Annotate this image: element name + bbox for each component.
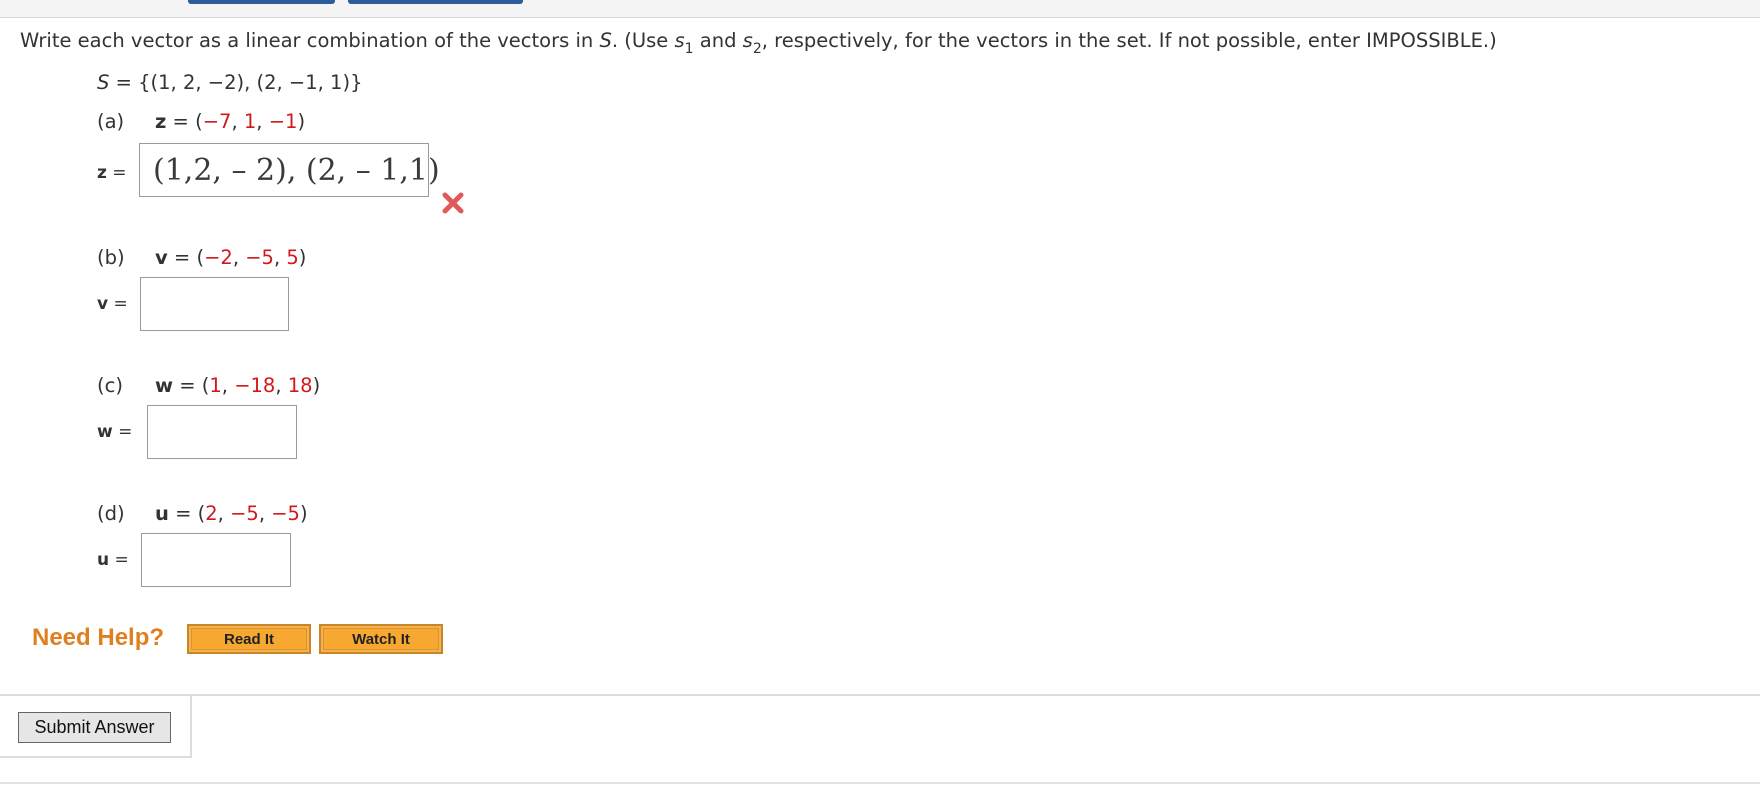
need-help-label: Need Help? <box>32 624 165 651</box>
part-b-statement: (b) v = (−2, −5, 5) <box>97 246 307 269</box>
top-strip <box>0 0 1760 18</box>
answer-input-v[interactable] <box>140 277 289 331</box>
answer-input-w[interactable] <box>147 405 297 459</box>
part-a-statement: (a) z = (−7, 1, −1) <box>97 110 306 133</box>
answer-label-w: w = <box>97 422 133 442</box>
question-instructions: Write each vector as a linear combinatio… <box>20 29 1497 57</box>
submit-answer-button[interactable]: Submit Answer <box>18 712 171 743</box>
part-letter: (c) <box>97 374 123 397</box>
answer-label-z: z = <box>97 163 127 183</box>
answer-input-u[interactable] <box>141 533 291 587</box>
watch-it-button[interactable]: Watch It <box>319 624 443 654</box>
part-d-statement: (d) u = (2, −5, −5) <box>97 502 308 525</box>
part-letter: (b) <box>97 246 125 269</box>
x-mark-icon <box>442 192 464 214</box>
part-letter: (d) <box>97 502 125 525</box>
answer-label-u: u = <box>97 550 129 570</box>
top-tab-2[interactable] <box>348 0 523 4</box>
watch-it-label: Watch It <box>323 628 439 650</box>
read-it-label: Read It <box>191 628 307 650</box>
section-divider <box>0 694 1760 696</box>
part-c-statement: (c) w = (1, −18, 18) <box>97 374 321 397</box>
top-tab-1[interactable] <box>188 0 335 4</box>
answer-label-v: v = <box>97 294 128 314</box>
read-it-button[interactable]: Read It <box>187 624 311 654</box>
bottom-divider <box>0 782 1760 784</box>
part-letter: (a) <box>97 110 125 133</box>
set-definition: S = {(1, 2, −2), (2, −1, 1)} <box>97 71 363 94</box>
answer-input-z[interactable]: (1,2, – 2), (2, – 1,1) <box>139 143 440 197</box>
